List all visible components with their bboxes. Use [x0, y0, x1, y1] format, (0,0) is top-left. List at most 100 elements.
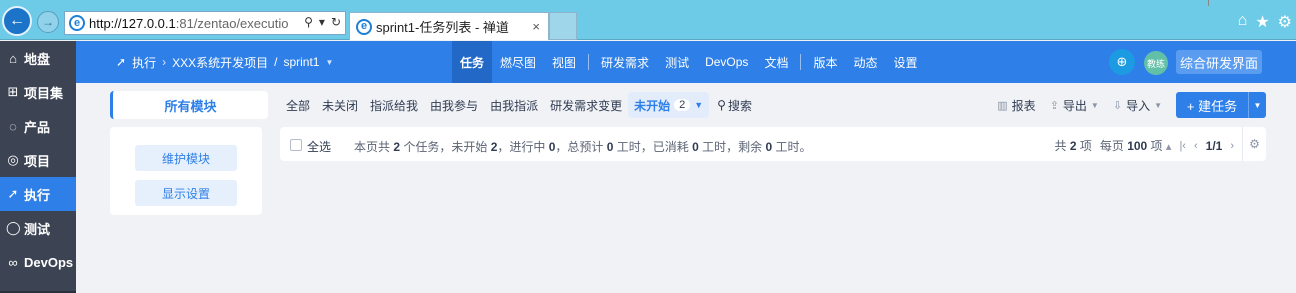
sidebar-item-label: DevOps — [24, 254, 74, 270]
all-modules-title[interactable]: 所有模块 — [110, 91, 268, 119]
tab-doc[interactable]: 文档 — [756, 41, 796, 83]
caret-up-icon: ▴ — [1165, 141, 1172, 153]
report-button[interactable]: ▥ 报表 — [997, 97, 1035, 114]
pager-per-page[interactable]: 每页 100 项 ▴ — [1100, 137, 1172, 154]
filter-story-changed[interactable]: 研发需求变更 — [544, 92, 628, 118]
search-button[interactable]: ⚲ 搜索 — [717, 97, 752, 114]
forward-arrow-icon[interactable]: → — [37, 11, 59, 33]
close-icon[interactable]: × — [532, 19, 540, 34]
import-button[interactable]: ⇩ 导入 ▼ — [1113, 97, 1162, 114]
task-filter-bar: 全部 未关闭 指派给我 由我参与 由我指派 研发需求变更 未开始 2 ▼ ⚲ 搜… — [280, 91, 752, 119]
lightbulb-icon: ◌ — [9, 118, 17, 134]
count-badge: 2 — [674, 99, 691, 111]
search-test-icon: ◯ — [6, 220, 21, 235]
module-panel: 维护模块 显示设置 — [110, 127, 262, 215]
create-task-group: + 建任务 ▼ — [1176, 92, 1266, 118]
chevron-down-icon[interactable]: ▼ — [1248, 92, 1266, 118]
search-icon[interactable]: ⚲ — [304, 15, 313, 29]
tab-devops[interactable]: DevOps — [697, 41, 756, 83]
next-page-icon[interactable]: › — [1230, 140, 1234, 152]
favorites-star-icon[interactable]: ★ — [1255, 12, 1269, 32]
breadcrumb-sprint[interactable]: sprint1 — [283, 55, 319, 69]
url-host: http://127.0.0.1 — [89, 15, 176, 31]
display-settings-button[interactable]: 显示设置 — [135, 180, 237, 206]
menu-divider — [588, 54, 590, 70]
browser-tab[interactable]: e sprint1-任务列表 - 禅道 × — [349, 12, 549, 40]
avatar[interactable]: 教练 — [1144, 51, 1168, 75]
breadcrumb: ➚ 执行 › XXX系统开发项目 / sprint1 ▼ — [116, 41, 333, 83]
maintain-module-button[interactable]: 维护模块 — [135, 145, 237, 171]
export-icon: ⇪ — [1049, 99, 1059, 112]
back-arrow-icon[interactable]: ← — [2, 6, 32, 36]
filter-involved[interactable]: 由我参与 — [424, 92, 484, 118]
filter-not-started[interactable]: 未开始 2 ▼ — [628, 92, 710, 118]
sidebar-item-product[interactable]: ◌ 产品 — [0, 109, 76, 143]
tab-build[interactable]: 版本 — [805, 41, 845, 83]
run-icon: ➚ — [116, 55, 127, 69]
first-page-icon[interactable]: |‹ — [1179, 140, 1186, 152]
tab-task[interactable]: 任务 — [452, 41, 493, 83]
tab-burndown[interactable]: 燃尽图 — [492, 41, 544, 83]
execution-menu: 任务 燃尽图 视图 研发需求 测试 DevOps 文档 版本 动态 设置 — [452, 41, 926, 83]
export-button[interactable]: ⇪ 导出 ▼ — [1050, 97, 1099, 114]
prev-page-icon[interactable]: ‹ — [1194, 140, 1198, 152]
select-all-label[interactable]: 全选 — [307, 138, 331, 155]
filter-all[interactable]: 全部 — [280, 92, 316, 118]
tab-story[interactable]: 研发需求 — [593, 41, 657, 83]
address-bar[interactable]: e http://127.0.0.1:81/zentao/executio ⚲ … — [64, 11, 346, 35]
report-label: 报表 — [1011, 98, 1036, 113]
sidebar-item-label: 执行 — [24, 187, 51, 203]
task-list-footer: 全选 本页共 2 个任务，未开始 2，进行中 0，总预计 0 工时，已消耗 0 … — [280, 127, 1266, 161]
run-icon: ➚ — [7, 186, 19, 201]
pager-page: 1/1 — [1205, 138, 1223, 153]
tab-settings[interactable]: 设置 — [885, 41, 925, 83]
tab-test[interactable]: 测试 — [657, 41, 697, 83]
project-icon: ◎ — [7, 152, 19, 167]
bar-chart-icon: ▥ — [997, 99, 1008, 112]
gear-icon[interactable]: ⚙ — [1242, 127, 1266, 161]
sidebar-item-home[interactable]: ⌂ 地盘 — [0, 41, 76, 75]
window-controls — [1208, 0, 1288, 6]
new-tab-button[interactable] — [549, 12, 577, 40]
dropdown-icon[interactable]: ▾ — [319, 15, 325, 29]
import-icon: ⇩ — [1112, 99, 1123, 112]
main-sidebar: ⌂ 地盘 ⊞ 项目集 ◌ 产品 ◎ 项目 ➚ 执行 ◯ 测试 ∞ DevOps — [0, 41, 76, 293]
breadcrumb-section[interactable]: 执行 — [132, 54, 156, 71]
tab-view[interactable]: 视图 — [544, 41, 584, 83]
url-path: :81/zentao/executio — [175, 15, 289, 31]
filter-assigned-by-me[interactable]: 由我指派 — [484, 92, 544, 118]
filter-unclosed[interactable]: 未关闭 — [316, 92, 364, 118]
sidebar-item-devops[interactable]: ∞ DevOps — [0, 245, 76, 279]
chevron-right-icon: › — [162, 55, 167, 69]
chevron-down-icon[interactable]: ▼ — [694, 100, 703, 110]
sidebar-item-test[interactable]: ◯ 测试 — [0, 211, 76, 245]
tab-title: sprint1-任务列表 - 禅道 — [376, 20, 509, 35]
chevron-down-icon: ▼ — [1154, 100, 1162, 110]
refresh-icon[interactable]: ↻ — [331, 15, 341, 29]
menu-divider — [800, 54, 802, 70]
filter-assigned-to-me[interactable]: 指派给我 — [364, 92, 424, 118]
globe-icon[interactable]: ⊕ — [1109, 49, 1135, 75]
infinity-icon: ∞ — [8, 254, 18, 270]
chevron-down-icon: ▼ — [1090, 100, 1099, 110]
tab-dynamic[interactable]: 动态 — [845, 41, 885, 83]
sidebar-item-label: 测试 — [24, 221, 51, 237]
interface-mode-button[interactable]: 综合研发界面 — [1176, 50, 1262, 74]
breadcrumb-project[interactable]: XXX系统开发项目 — [172, 54, 268, 71]
breadcrumb-slash: / — [274, 55, 278, 69]
filter-not-started-label: 未开始 — [634, 98, 671, 113]
select-all-checkbox[interactable] — [290, 139, 302, 151]
sidebar-item-execution[interactable]: ➚ 执行 — [0, 177, 76, 211]
toolbar-actions: ▥ 报表 ⇪ 导出 ▼ ⇩ 导入 ▼ + 建任务 ▼ — [997, 91, 1266, 119]
chevron-down-icon[interactable]: ▼ — [325, 58, 333, 67]
sidebar-item-label: 地盘 — [24, 51, 51, 67]
home-icon[interactable]: ⌂ — [1238, 12, 1248, 32]
settings-gear-icon[interactable]: ⚙ — [1278, 12, 1292, 32]
sidebar-item-label: 项目集 — [24, 85, 64, 101]
create-task-button[interactable]: + 建任务 — [1176, 92, 1248, 118]
sidebar-item-program[interactable]: ⊞ 项目集 — [0, 75, 76, 109]
pager-total: 共 2 项 — [1054, 139, 1092, 153]
sidebar-item-project[interactable]: ◎ 项目 — [0, 143, 76, 177]
grid-icon: ⊞ — [7, 84, 19, 99]
export-label: 导出 — [1062, 98, 1087, 113]
